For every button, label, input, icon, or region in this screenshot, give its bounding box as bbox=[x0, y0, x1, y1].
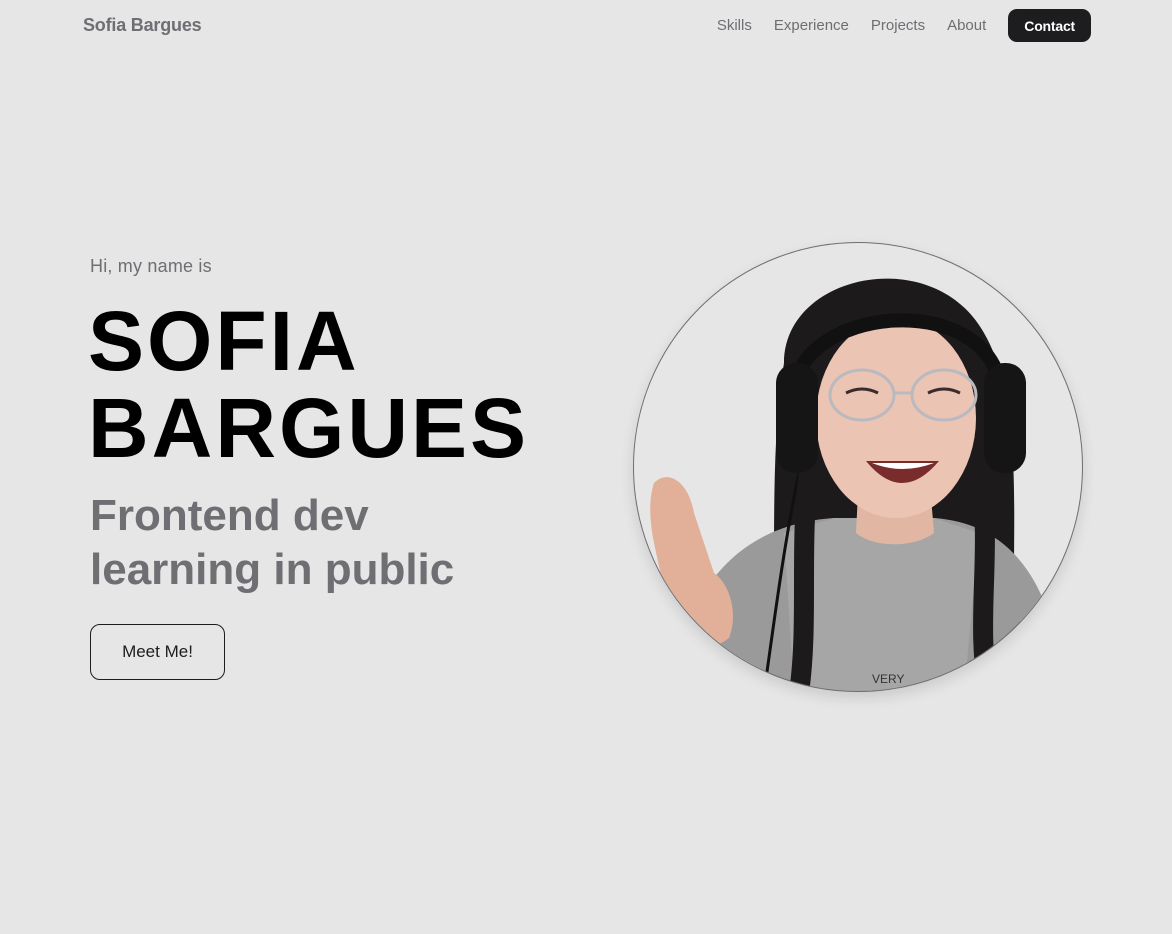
nav-links: Skills Experience Projects About Contact bbox=[717, 9, 1091, 42]
hero-subtitle: Frontend dev learning in public bbox=[90, 489, 454, 597]
profile-photo: VERY bbox=[633, 242, 1083, 692]
hero-name-line-2: BARGUES bbox=[88, 381, 530, 475]
nav-link-projects[interactable]: Projects bbox=[871, 17, 925, 34]
nav-link-about[interactable]: About bbox=[947, 17, 986, 34]
hero-name: SOFIA BARGUES bbox=[88, 298, 529, 472]
brand-logo[interactable]: Sofia Bargues bbox=[83, 15, 202, 36]
contact-button[interactable]: Contact bbox=[1008, 9, 1091, 42]
nav-link-experience[interactable]: Experience bbox=[774, 17, 849, 34]
hero-subtitle-line-2: learning in public bbox=[90, 545, 455, 594]
hero-subtitle-line-1: Frontend dev bbox=[90, 491, 369, 540]
nav-link-skills[interactable]: Skills bbox=[717, 17, 752, 34]
shirt-text: VERY bbox=[872, 672, 904, 686]
meet-me-button[interactable]: Meet Me! bbox=[90, 624, 225, 680]
hero-greeting: Hi, my name is bbox=[90, 256, 212, 276]
hero-name-line-1: SOFIA bbox=[88, 294, 360, 388]
profile-photo-illustration: VERY bbox=[650, 278, 1064, 691]
navbar: Sofia Bargues Skills Experience Projects… bbox=[0, 0, 1172, 52]
